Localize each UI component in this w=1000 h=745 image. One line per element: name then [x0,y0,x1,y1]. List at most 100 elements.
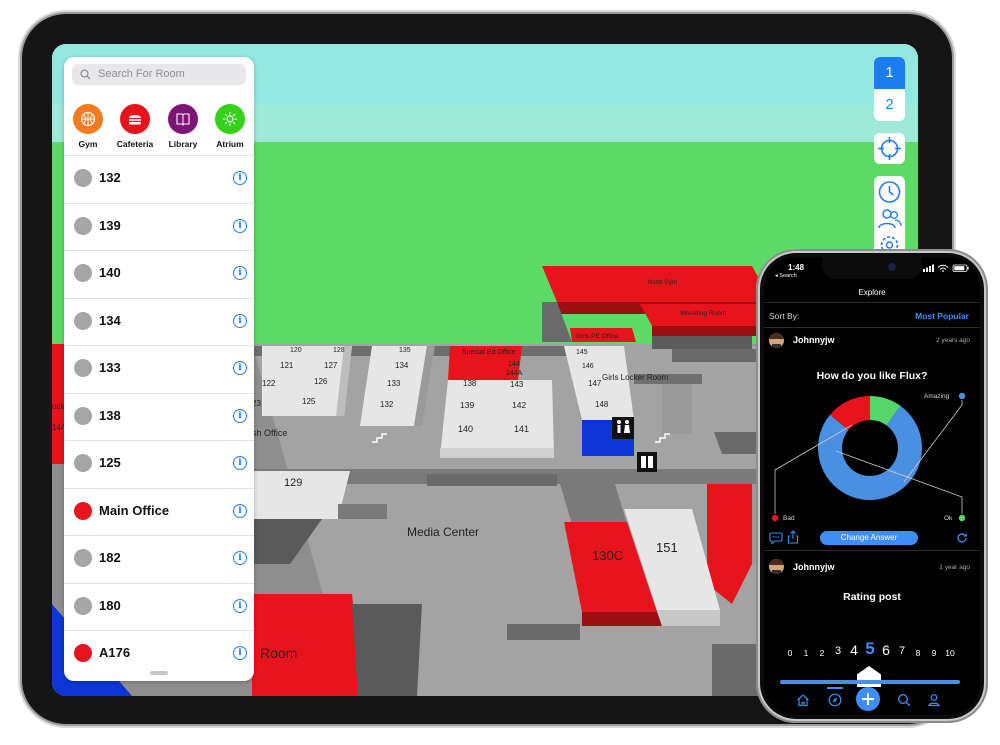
map-label-wrestling-room: Wrestling Room [680,310,726,317]
legend-bad-label: Bad [783,515,795,522]
info-icon[interactable]: i [233,218,247,233]
info-icon[interactable]: i [233,551,247,565]
map-label-122: 122 [262,379,276,388]
status-icons [923,264,969,272]
change-answer-button[interactable]: Change Answer [820,531,918,545]
room-name: 134 [99,312,121,328]
room-list-item[interactable]: 140 i [64,250,254,298]
info-icon[interactable]: i [233,646,247,660]
map-label-139: 139 [460,400,474,410]
donut-slice-amazing [818,405,922,500]
room-list-item[interactable]: 132 i [64,155,254,203]
category-cafeteria[interactable]: Cafeteria [112,104,158,149]
crosshair-icon [878,137,901,160]
floor-selector: 1 2 [874,57,905,121]
map-label-146: 146 [582,363,594,370]
room-name: A176 [99,645,131,660]
sort-dropdown[interactable]: Most Popular [915,311,969,321]
floor-2-button[interactable]: 2 [874,89,905,121]
sun-icon [215,104,245,134]
plus-icon [862,693,874,705]
room-list-item[interactable]: 134 i [64,297,254,346]
iphone-screen: 1:48 ◂ Search Explore Sort By: Most Popu… [764,257,980,715]
rating-slider-track[interactable] [780,680,960,684]
search-icon[interactable] [897,693,911,707]
poll-question: How do you like Flux? [816,370,928,382]
locate-button[interactable] [874,133,905,164]
map-label-134: 134 [395,361,409,370]
room-color-dot [74,406,92,425]
map-label-girls-locker-room: Girls Locker Room [602,373,669,382]
info-icon[interactable]: i [233,171,247,185]
map-label-north-gym: North Gym [648,280,677,286]
room-list-item[interactable]: 138 i [64,392,254,441]
room-name: 139 [99,217,121,233]
avatar[interactable] [769,559,784,574]
map-label-133: 133 [387,379,401,388]
room-list-item[interactable]: 139 i [64,202,254,251]
category-label: Library [168,139,198,149]
compass-icon[interactable] [828,693,842,707]
search-icon [80,69,91,80]
search-bar[interactable]: Search For Room [72,64,246,85]
map-label-room: Room [260,645,297,661]
map-label-special-ed-office: Special Ed Office [462,349,516,356]
room-color-dot [74,264,92,282]
info-icon[interactable]: i [233,456,247,470]
info-icon[interactable]: i [233,598,247,613]
home-icon[interactable] [796,693,810,707]
room-name: 132 [99,170,121,185]
room-list-item[interactable]: Main Office i [64,487,254,536]
profile-icon[interactable] [927,693,941,707]
info-icon[interactable]: i [233,408,247,423]
post-author[interactable]: Johnnyjw [793,335,835,345]
floor-1-button[interactable]: 1 [874,57,905,89]
category-label: Atrium [216,139,244,149]
map-label-143: 143 [510,380,524,389]
room-color-dot [74,216,92,235]
add-post-button[interactable] [856,687,880,711]
people-icon[interactable] [874,206,905,232]
info-icon[interactable]: i [233,503,247,518]
map-label-148: 148 [595,400,609,409]
room-color-dot [74,311,92,330]
map-label-145: 145 [576,349,588,356]
post-timestamp: 1 year ago [939,564,970,571]
rating-value[interactable]: 10 [940,648,960,658]
category-library[interactable]: Library [160,104,206,149]
rating-scale[interactable]: 0 1 2 3 4 5 6 7 8 9 10 [764,629,980,669]
legend-amazing-label: Amazing [924,393,950,400]
map-label-147: 147 [588,379,602,388]
map-label-151: 151 [656,540,678,555]
map-label-office: sh Office [252,428,287,438]
info-icon[interactable]: i [233,266,247,280]
info-icon[interactable]: i [233,361,247,375]
map-label-141: 141 [514,424,529,434]
poll-donut-chart[interactable]: Amazing Bad Ok [764,385,980,527]
map-label-126: 126 [314,377,328,386]
back-to-search-link[interactable]: ◂ Search [775,273,797,279]
category-atrium[interactable]: Atrium [207,104,253,149]
room-list-item[interactable]: 180 i [64,582,254,631]
clock-icon[interactable] [874,178,905,206]
drag-handle[interactable] [150,671,168,675]
comment-icon[interactable] [769,532,783,544]
sort-divider [764,327,980,328]
book-icon [168,104,198,134]
room-list-item[interactable]: 125 i [64,440,254,488]
search-input[interactable]: Search For Room [98,68,185,80]
camera-dot [888,263,896,271]
map-label-144a: 144A [506,370,523,377]
refresh-icon[interactable] [956,532,968,544]
room-list-item[interactable]: 182 i [64,535,254,583]
info-icon[interactable]: i [233,313,247,328]
category-gym[interactable]: Gym [65,104,111,149]
post-timestamp: 2 years ago [936,337,970,344]
title-divider [764,302,980,303]
room-list-item[interactable]: 133 i [64,345,254,393]
screen-title: Explore [858,288,886,297]
gear-icon[interactable] [877,233,902,250]
share-icon[interactable] [787,530,799,544]
avatar[interactable] [769,333,784,348]
post-author[interactable]: Johnnyjw [793,562,835,572]
